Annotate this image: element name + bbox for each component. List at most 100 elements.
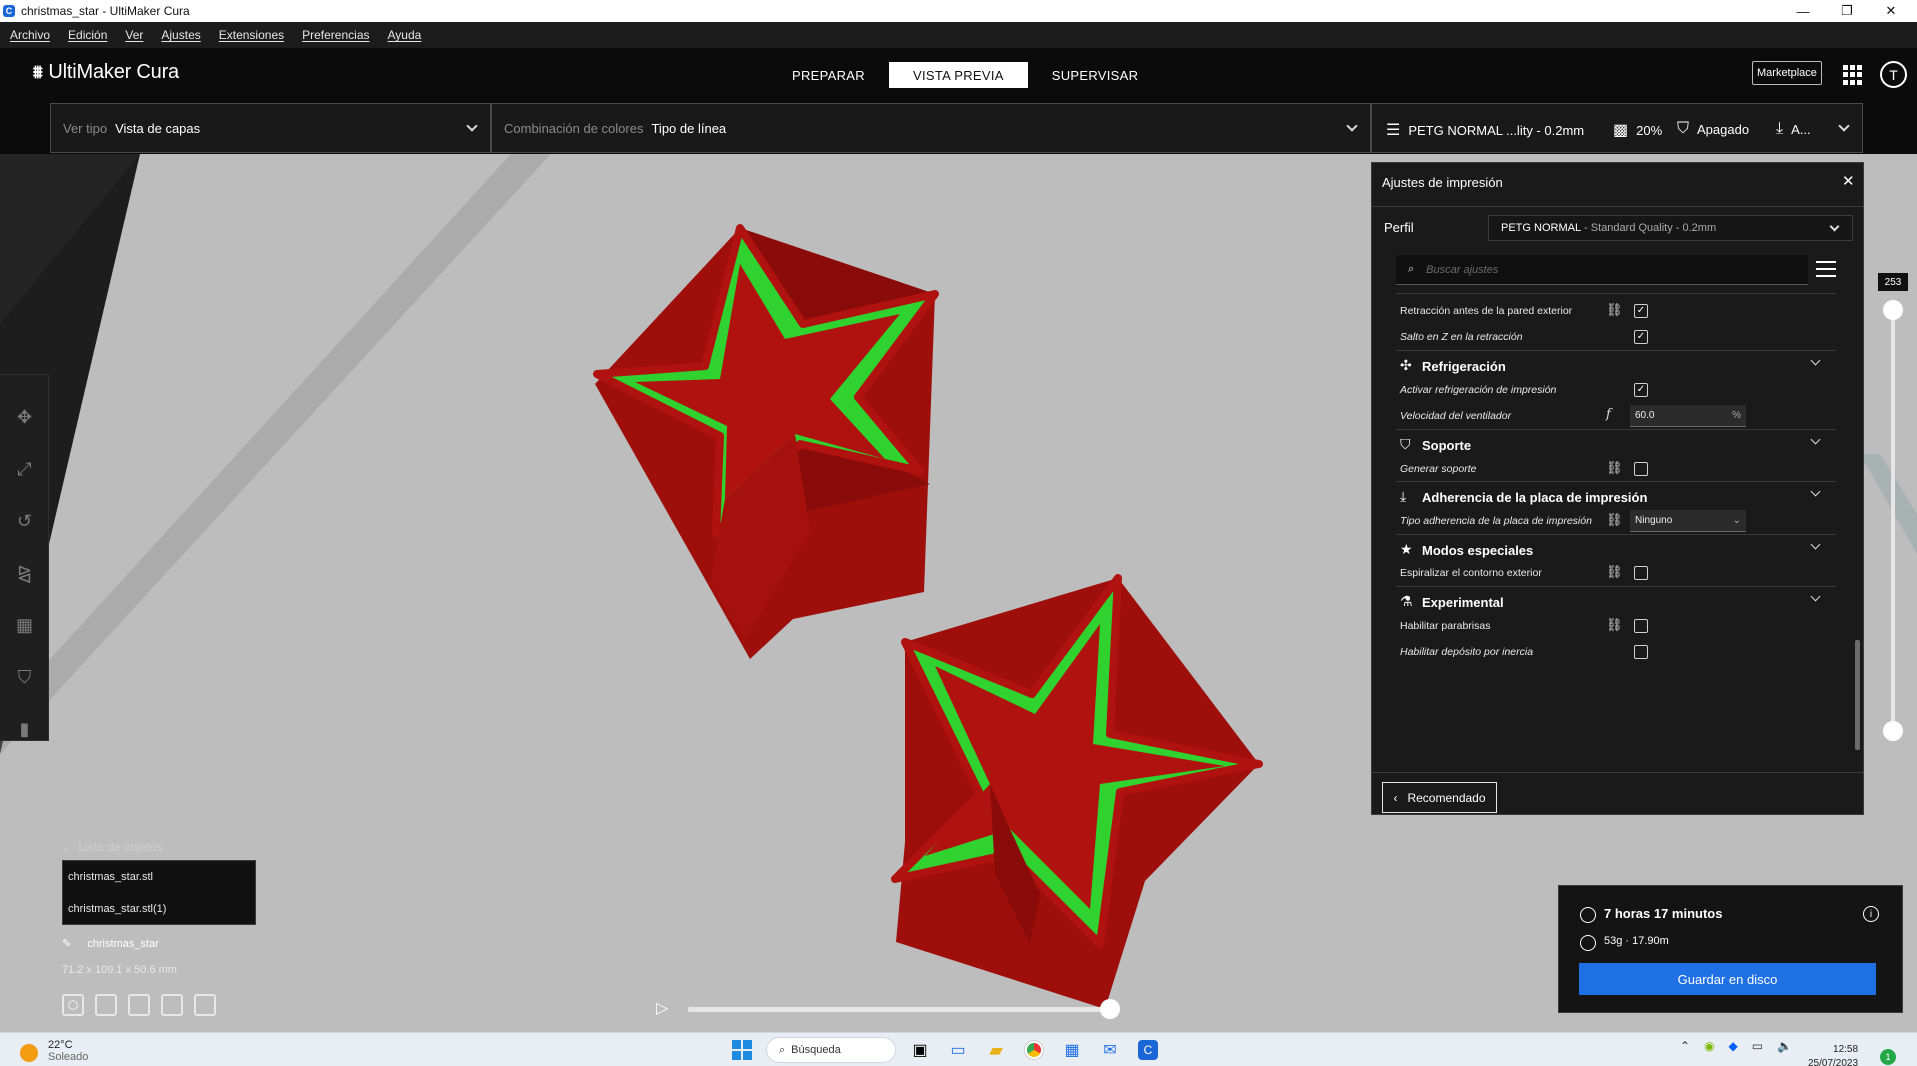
setting-fan-speed: Velocidad del ventilador f 60.0 % bbox=[1396, 400, 1836, 432]
close-icon[interactable]: ✕ bbox=[1842, 172, 1855, 190]
taskbar-clock[interactable]: 12:58 25/07/2023 bbox=[1808, 1043, 1858, 1066]
link-icon[interactable]: ⛓ bbox=[1606, 302, 1623, 318]
cooling-checkbox[interactable]: ✓ bbox=[1634, 383, 1648, 397]
close-window-button[interactable]: ✕ bbox=[1869, 0, 1913, 22]
layer-slider-top-handle[interactable] bbox=[1883, 300, 1903, 320]
view-left-icon[interactable] bbox=[161, 994, 183, 1016]
link-icon[interactable]: ⛓ bbox=[1606, 460, 1623, 476]
coasting-checkbox[interactable] bbox=[1634, 645, 1648, 659]
play-icon[interactable]: ▷ bbox=[656, 998, 668, 1018]
settings-menu-icon[interactable] bbox=[1816, 261, 1836, 282]
dropbox-icon[interactable]: ◆ bbox=[1729, 1039, 1738, 1053]
chrome-icon[interactable] bbox=[1020, 1037, 1048, 1063]
calendar-icon[interactable]: ▦ bbox=[1058, 1037, 1086, 1063]
logo-text: UltiMaker Cura bbox=[48, 61, 179, 83]
object-dimensions: 71.2 x 109.1 x 50.6 mm bbox=[62, 964, 177, 976]
path-slider-handle[interactable] bbox=[1100, 999, 1120, 1019]
notification-badge[interactable]: 1 bbox=[1880, 1049, 1896, 1065]
mail-icon[interactable]: ✉ bbox=[1096, 1037, 1124, 1063]
file-explorer-icon[interactable]: ▰ bbox=[982, 1037, 1010, 1063]
list-item[interactable]: christmas_star.stl bbox=[63, 861, 255, 893]
temperature: 22°C bbox=[48, 1039, 73, 1051]
menu-ayuda[interactable]: Ayuda bbox=[388, 28, 422, 42]
view-3d-icon[interactable]: ⬡ bbox=[62, 994, 84, 1016]
chevron-down-icon bbox=[1810, 355, 1821, 366]
menu-preferencias[interactable]: Preferencias bbox=[302, 28, 369, 42]
recommended-button[interactable]: ‹ Recomendado bbox=[1382, 782, 1497, 813]
minimize-button[interactable]: — bbox=[1781, 0, 1825, 22]
taskbar-search[interactable]: ⌕ Búsqueda bbox=[766, 1037, 896, 1063]
quick-infill: 20% bbox=[1636, 122, 1663, 138]
adhesion-type-select[interactable]: Ninguno ⌄ bbox=[1630, 510, 1746, 532]
desktop-icon[interactable]: ▭ bbox=[944, 1037, 972, 1063]
move-tool-icon[interactable]: ✥ bbox=[12, 405, 37, 430]
apps-grid-icon[interactable] bbox=[1843, 65, 1863, 85]
view-type-select[interactable]: Ver tipo Vista de capas bbox=[50, 103, 491, 153]
chevron-down-icon bbox=[1810, 539, 1821, 550]
spiralize-checkbox[interactable] bbox=[1634, 566, 1648, 580]
chevron-down-icon bbox=[1810, 486, 1821, 497]
settings-scrollbar[interactable] bbox=[1855, 640, 1860, 750]
link-icon[interactable]: ⛓ bbox=[1606, 564, 1623, 580]
cylinder-icon[interactable]: ▮ bbox=[12, 717, 37, 742]
star-icon: ★ bbox=[1400, 541, 1413, 557]
view-front-icon[interactable] bbox=[95, 994, 117, 1016]
retract-before-checkbox[interactable]: ✓ bbox=[1634, 304, 1648, 318]
menu-edicion[interactable]: Edición bbox=[68, 28, 107, 42]
volume-icon[interactable]: 🔈 bbox=[1777, 1039, 1792, 1053]
link-icon[interactable]: ⛓ bbox=[1606, 617, 1623, 633]
menu-ver[interactable]: Ver bbox=[125, 28, 143, 42]
maximize-button[interactable]: ❐ bbox=[1825, 0, 1869, 22]
tab-preparar[interactable]: PREPARAR bbox=[768, 62, 889, 88]
sun-icon bbox=[20, 1044, 38, 1062]
rotate-tool-icon[interactable]: ↺ bbox=[12, 509, 37, 534]
draft-shield-checkbox[interactable] bbox=[1634, 619, 1648, 633]
menu-archivo[interactable]: Archivo bbox=[10, 28, 50, 42]
print-setup-selector[interactable]: ☰ PETG NORMAL ...lity - 0.2mm ▩ 20% ⛉ Ap… bbox=[1371, 103, 1863, 153]
clock-time: 12:58 bbox=[1833, 1044, 1859, 1055]
per-model-settings-icon[interactable]: ▦ bbox=[12, 613, 37, 638]
layer-slider[interactable] bbox=[1891, 309, 1895, 729]
zhop-checkbox[interactable]: ✓ bbox=[1634, 330, 1648, 344]
scale-tool-icon[interactable]: ⤢ bbox=[12, 457, 37, 482]
support-checkbox[interactable] bbox=[1634, 462, 1648, 476]
list-item[interactable]: christmas_star.stl(1) bbox=[63, 893, 255, 925]
system-tray: ⌃ ◉ ◆ ▭ 🔈 bbox=[1680, 1039, 1792, 1053]
mirror-tool-icon[interactable]: ⧎ bbox=[12, 561, 37, 586]
link-icon[interactable]: ⛓ bbox=[1606, 512, 1623, 528]
color-scheme-select[interactable]: Combinación de colores Tipo de línea bbox=[491, 103, 1371, 153]
object-name: christmas_star bbox=[87, 937, 159, 950]
view-top-icon[interactable] bbox=[128, 994, 150, 1016]
save-to-disk-button[interactable]: Guardar en disco bbox=[1579, 963, 1876, 995]
function-icon[interactable]: f bbox=[1606, 407, 1611, 422]
fan-speed-input[interactable]: 60.0 % bbox=[1630, 405, 1746, 427]
support-blocker-icon[interactable]: ⛉ bbox=[12, 665, 37, 690]
profile-quality: - Standard Quality - 0.2mm bbox=[1584, 222, 1717, 234]
chevron-up-icon[interactable]: ⌃ bbox=[1680, 1039, 1690, 1053]
menu-extensiones[interactable]: Extensiones bbox=[219, 28, 284, 42]
layer-slider-bottom-handle[interactable] bbox=[1883, 721, 1903, 741]
start-icon[interactable] bbox=[728, 1037, 756, 1063]
nvidia-icon[interactable]: ◉ bbox=[1704, 1039, 1714, 1053]
menu-ajustes[interactable]: Ajustes bbox=[161, 28, 200, 42]
chevron-down-icon bbox=[1346, 120, 1358, 132]
task-view-icon[interactable]: ▣ bbox=[906, 1037, 934, 1063]
view-right-icon[interactable] bbox=[194, 994, 216, 1016]
tab-supervisar[interactable]: SUPERVISAR bbox=[1028, 62, 1163, 88]
settings-search[interactable]: ⌕ Buscar ajustes bbox=[1396, 255, 1808, 285]
tab-vista-previa[interactable]: VISTA PREVIA bbox=[888, 62, 1028, 88]
display-icon[interactable]: ▭ bbox=[1752, 1039, 1763, 1053]
user-avatar[interactable]: T bbox=[1880, 61, 1907, 88]
object-list-header[interactable]: ⌄ Lista de objetos bbox=[62, 840, 162, 854]
chevron-down-icon bbox=[1810, 591, 1821, 602]
profile-select[interactable]: PETG NORMAL - Standard Quality - 0.2mm bbox=[1488, 215, 1853, 241]
info-icon[interactable]: i bbox=[1863, 906, 1879, 922]
weather-widget[interactable]: 22°C Soleado bbox=[20, 1039, 88, 1063]
camera-view-buttons: ⬡ bbox=[62, 994, 216, 1016]
chevron-down-icon bbox=[1829, 221, 1840, 232]
marketplace-button[interactable]: Marketplace bbox=[1752, 61, 1822, 85]
object-name-field[interactable]: ✎ christmas_star bbox=[62, 937, 159, 951]
layer-number-input[interactable]: 253 bbox=[1877, 272, 1909, 292]
path-slider[interactable] bbox=[688, 1007, 1110, 1012]
cura-taskbar-icon[interactable]: C bbox=[1134, 1037, 1162, 1063]
